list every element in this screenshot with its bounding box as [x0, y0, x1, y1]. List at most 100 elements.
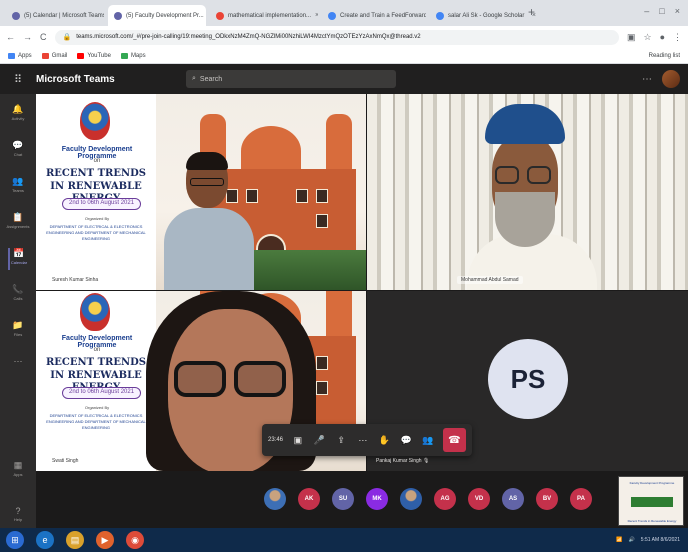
start-button[interactable]: ⊞ [6, 531, 24, 549]
files-icon: 📁 [12, 320, 24, 330]
back-icon[interactable]: ← [6, 32, 15, 42]
participant-initials-chip[interactable]: AS [502, 488, 524, 510]
browser-tab[interactable]: mathematical implementation... × [210, 5, 318, 26]
bookmark-item[interactable]: Apps [8, 52, 32, 59]
minimize-icon[interactable]: – [644, 6, 649, 16]
tab-label: (5) Faculty Development Pr... [126, 12, 204, 19]
browser-tab[interactable]: (5) Faculty Development Pr...× [108, 5, 206, 26]
rail-item-label: Calendar [10, 260, 28, 265]
teams-icon: 👥 [12, 176, 24, 186]
rail-item-assignments[interactable]: 📋 Assignments [7, 212, 30, 234]
rail-item-label: Apps [13, 472, 23, 477]
participant-initials-chip[interactable]: VD [468, 488, 490, 510]
poster-department: DEPARTMENT OF ELECTRICAL & ELECTRONICS E… [46, 413, 146, 430]
participant-initials-chip[interactable]: MK [366, 488, 388, 510]
hang-up-button[interactable]: ☎ [442, 428, 467, 452]
browser-tab[interactable]: (5) Calendar | Microsoft Teams× [6, 5, 104, 26]
camera-icon[interactable]: ▣ [291, 435, 305, 446]
reading-list-button[interactable]: Reading list [649, 53, 680, 59]
active-speaker-label: Pankaj Kumar Singh 🎙 [376, 458, 429, 464]
thumb-poster-line2: Recent Trends in Renewable Energy [627, 519, 677, 523]
browser-tab[interactable]: Create and Train a FeedForward...× [322, 5, 426, 26]
reload-icon[interactable]: C [40, 32, 47, 42]
bookmark-item[interactable]: Maps [120, 52, 146, 59]
participant-initials-chip[interactable]: PA [570, 488, 592, 510]
call-controls-bar: 23:46 ▣ 🎤 ⇪ ⋯ ✋ 💬 👥 ☎ [262, 424, 472, 456]
participant-initials-chip[interactable]: SU [332, 488, 354, 510]
browser-tab[interactable]: salar Ali Sk - Google Scholar × [430, 5, 542, 26]
screen: (5) Calendar | Microsoft Teams×(5) Facul… [0, 0, 688, 552]
participant-initials-chip[interactable]: AG [434, 488, 456, 510]
rail-item-label: Files [13, 332, 23, 337]
participant-name-label: Mohammad Abdul Samad [457, 276, 523, 284]
rail-item-more[interactable]: ⋯ [8, 356, 28, 378]
participant-initials-chip[interactable]: AK [298, 488, 320, 510]
browser-tab-strip: (5) Calendar | Microsoft Teams×(5) Facul… [0, 0, 688, 26]
more-options-icon[interactable]: ⋯ [642, 74, 652, 85]
rail-item-files[interactable]: 📁 Files [8, 320, 28, 342]
url-text: teams.microsoft.com/_#/pre-join-calling/… [76, 34, 421, 40]
address-toolbar: ← → C 🔒 teams.microsoft.com/_#/pre-join-… [0, 26, 688, 48]
network-icon[interactable]: 📶 [616, 537, 622, 543]
rail-item-help[interactable]: ? Help [8, 506, 28, 528]
more-actions-icon[interactable]: ⋯ [356, 435, 370, 446]
tab-favicon-icon [436, 11, 444, 20]
close-window-icon[interactable]: × [675, 6, 680, 16]
media-player-icon[interactable]: ▶ [96, 531, 114, 549]
participant-photo-avatar[interactable] [400, 488, 422, 510]
clock-date: 8/6/2021 [660, 537, 680, 543]
app-launcher-icon[interactable]: ⠿ [0, 73, 36, 86]
url-bar[interactable]: 🔒 teams.microsoft.com/_#/pre-join-callin… [54, 29, 619, 45]
rail-item-chat[interactable]: 💬 Chat [8, 140, 28, 162]
participant-video-samad [467, 104, 597, 290]
bookmark-item[interactable]: YouTube [77, 52, 111, 59]
file-explorer-icon[interactable]: ▤ [66, 531, 84, 549]
video-tile-suresh[interactable]: Faculty Development Programme on RECENT … [36, 94, 366, 290]
rail-item-teams[interactable]: 👥 Teams [8, 176, 28, 198]
bookmark-label: YouTube [87, 52, 111, 59]
poster-title-line1: RECENT TRENDS [46, 168, 146, 179]
chrome-icon[interactable]: ◉ [126, 531, 144, 549]
bookmark-icon [77, 52, 85, 59]
forward-icon[interactable]: → [23, 32, 32, 42]
rail-item-calendar[interactable]: 📅 Calendar [8, 248, 28, 270]
profile-icon[interactable]: ● [660, 32, 665, 42]
poster-organized-by: Organized By [84, 216, 110, 221]
search-icon: ⌕ [192, 75, 196, 82]
rail-item-label: Help [13, 517, 23, 522]
share-screen-icon[interactable]: ⇪ [334, 435, 348, 446]
participant-name-label: Swati Singh [48, 457, 83, 465]
menu-icon[interactable]: ⋮ [673, 32, 682, 43]
rail-item-calls[interactable]: 📞 Calls [8, 284, 28, 306]
clock-time: 5:51 AM [640, 537, 660, 543]
bookmark-item[interactable]: Gmail [41, 52, 67, 59]
video-tile-samad[interactable]: Mohammad Abdul Samad [367, 94, 688, 290]
star-icon[interactable]: ☆ [643, 32, 651, 43]
close-tab-icon[interactable]: × [204, 12, 206, 19]
chat-icon[interactable]: 💬 [399, 435, 413, 446]
avatar[interactable] [662, 70, 680, 88]
help-icon: ? [15, 506, 21, 516]
poster-organized-by: Organized By [84, 405, 110, 410]
participant-initials-chip[interactable]: BV [536, 488, 558, 510]
participants-icon[interactable]: 👥 [421, 435, 435, 446]
rail-item-activity[interactable]: 🔔 Activity [8, 104, 28, 126]
shared-poster-thumbnail[interactable]: Faculty Development Programme Recent Tre… [618, 476, 684, 526]
activity-icon: 🔔 [12, 104, 24, 114]
poster-on: on [93, 347, 101, 353]
raise-hand-icon[interactable]: ✋ [378, 435, 392, 446]
clock[interactable]: 5:51 AM 8/6/2021 [641, 537, 680, 543]
microphone-icon[interactable]: 🎤 [313, 435, 327, 446]
participant-photo-avatar[interactable] [264, 488, 286, 510]
tab-favicon-icon [328, 11, 336, 20]
new-tab-button[interactable]: + [528, 5, 535, 19]
rail-item-apps[interactable]: ▦ Apps [8, 460, 28, 482]
phone-icon: ☎ [448, 434, 461, 446]
close-tab-icon[interactable]: × [311, 12, 318, 19]
ie-icon[interactable]: e [36, 531, 54, 549]
poster-dates: 2nd to 06th August 2021 [62, 198, 142, 210]
cast-icon[interactable]: ▣ [627, 32, 636, 43]
maximize-icon[interactable]: □ [659, 6, 664, 16]
volume-icon[interactable]: 🔊 [629, 537, 635, 543]
search-input[interactable]: ⌕ Search [186, 70, 396, 88]
